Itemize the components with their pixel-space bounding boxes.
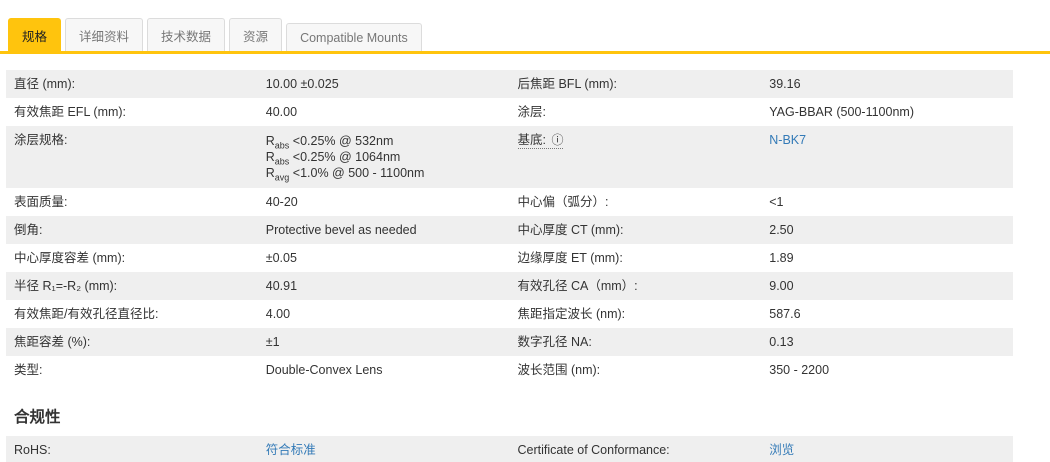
spec-row: 半径 R₁=-R₂ (mm): 40.91 有效孔径 CA（mm）: 9.00 — [6, 272, 1013, 300]
spec-value: <1 — [769, 195, 784, 209]
r-symbol: R — [265, 134, 275, 148]
spec-value: 9.00 — [769, 279, 794, 293]
tab-details[interactable]: 详细资料 — [65, 18, 144, 51]
spec-value: 40-20 — [265, 195, 298, 209]
spec-value: 40.91 — [265, 279, 298, 293]
spec-value: 2.50 — [769, 223, 794, 237]
spec-label: 基底: — [517, 133, 546, 147]
spec-value: ±0.05 — [265, 251, 297, 265]
spec-value: 0.13 — [769, 335, 794, 349]
coating-spec-text: <0.25% @ 1064nm — [289, 150, 401, 164]
spec-row: 中心厚度容差 (mm): ±0.05 边缘厚度 ET (mm): 1.89 — [6, 244, 1013, 272]
coating-spec-line: Ravg <1.0% @ 500 - 1100nm — [265, 165, 502, 183]
spec-label: 数字孔径 NA: — [517, 335, 592, 349]
spec-label: 波长范围 (nm): — [517, 363, 601, 377]
compliance-table: RoHS: 符合标准 Certificate of Conformance: 浏… — [6, 436, 1013, 462]
substrate-label-cell: 基底: ⓘ — [510, 126, 762, 188]
substrate-link[interactable]: N-BK7 — [769, 133, 806, 147]
tab-specs[interactable]: 规格 — [8, 18, 62, 51]
tab-compatible-mounts[interactable]: Compatible Mounts — [286, 23, 422, 51]
certificate-view-link[interactable]: 浏览 — [769, 443, 794, 457]
spec-label: 边缘厚度 ET (mm): — [517, 251, 623, 265]
coating-spec-line: Rabs <0.25% @ 1064nm — [265, 149, 502, 166]
spec-table: 直径 (mm): 10.00 ±0.025 后焦距 BFL (mm): 39.1… — [6, 70, 1013, 384]
coating-spec-value: Rabs <0.25% @ 532nm Rabs <0.25% @ 1064nm… — [258, 126, 510, 188]
rohs-label: RoHS: — [14, 443, 51, 457]
coating-spec-text: <0.25% @ 532nm — [289, 134, 394, 148]
coating-spec-line: Rabs <0.25% @ 532nm — [265, 133, 502, 150]
spec-value: 587.6 — [769, 307, 801, 321]
rohs-value: 符合标准 — [258, 436, 510, 462]
spec-value: 10.00 ±0.025 — [265, 77, 339, 91]
spec-label: 有效孔径 CA（mm）: — [517, 279, 638, 293]
compliance-heading: 合规性 — [14, 409, 61, 426]
tab-bar: 规格 详细资料 技术数据 资源 Compatible Mounts — [0, 18, 1050, 54]
rohs-compliant-link[interactable]: 符合标准 — [266, 443, 316, 457]
spec-label: 有效焦距/有效孔径直径比: — [14, 307, 159, 321]
spec-row: 焦距容差 (%): ±1 数字孔径 NA: 0.13 — [6, 328, 1013, 356]
spec-row: 直径 (mm): 10.00 ±0.025 后焦距 BFL (mm): 39.1… — [6, 70, 1013, 98]
certificate-label: Certificate of Conformance: — [517, 443, 670, 457]
spec-value: N-BK7 — [761, 126, 1013, 188]
spec-label: 类型: — [14, 363, 43, 377]
spec-label: 涂层: — [517, 105, 546, 119]
spec-label: 中心厚度 CT (mm): — [517, 223, 624, 237]
substrate-tooltip-trigger[interactable]: 基底: ⓘ — [517, 133, 564, 149]
spec-value: ±1 — [265, 335, 280, 349]
spec-row: 涂层规格: Rabs <0.25% @ 532nm Rabs <0.25% @ … — [6, 126, 1013, 188]
spec-value: 1.89 — [769, 251, 794, 265]
tab-technical-data[interactable]: 技术数据 — [147, 18, 226, 51]
spec-label: 有效焦距 EFL (mm): — [14, 105, 127, 119]
spec-row: 类型: Double-Convex Lens 波长范围 (nm): 350 - … — [6, 356, 1013, 384]
spec-label: 涂层规格: — [14, 133, 68, 147]
r-symbol: R — [265, 166, 275, 180]
spec-value: 350 - 2200 — [769, 363, 830, 377]
info-icon[interactable]: ⓘ — [551, 133, 563, 147]
certificate-value: 浏览 — [761, 436, 1013, 462]
spec-value: 4.00 — [265, 307, 291, 321]
spec-value: 39.16 — [769, 77, 801, 91]
product-spec-page: 规格 详细资料 技术数据 资源 Compatible Mounts 直径 (mm… — [0, 18, 1050, 462]
r-symbol: R — [265, 150, 275, 164]
spec-row: 有效焦距/有效孔径直径比: 4.00 焦距指定波长 (nm): 587.6 — [6, 300, 1013, 328]
spec-value: Double-Convex Lens — [265, 363, 383, 377]
spec-value: YAG-BBAR (500-1100nm) — [769, 105, 914, 119]
r-subscript: avg — [274, 172, 290, 183]
spec-row: 表面质量: 40-20 中心偏（弧分）: <1 — [6, 188, 1013, 216]
spec-label: 半径 R₁=-R₂ (mm): — [14, 279, 118, 293]
spec-value: Protective bevel as needed — [265, 223, 417, 237]
spec-value: 40.00 — [265, 105, 298, 119]
coating-spec-text: <1.0% @ 500 - 1100nm — [289, 166, 425, 180]
spec-label: 直径 (mm): — [14, 77, 76, 91]
spec-label: 焦距指定波长 (nm): — [517, 307, 626, 321]
spec-row: 有效焦距 EFL (mm): 40.00 涂层: YAG-BBAR (500-1… — [6, 98, 1013, 126]
spec-content: 直径 (mm): 10.00 ±0.025 后焦距 BFL (mm): 39.1… — [6, 70, 1013, 462]
spec-label: 后焦距 BFL (mm): — [517, 77, 618, 91]
spec-label: 倒角: — [14, 223, 43, 237]
spec-label: 表面质量: — [14, 195, 68, 209]
spec-row: 倒角: Protective bevel as needed 中心厚度 CT (… — [6, 216, 1013, 244]
spec-label: 焦距容差 (%): — [14, 335, 91, 349]
spec-label: 中心偏（弧分）: — [517, 195, 609, 209]
tab-resources[interactable]: 资源 — [229, 18, 283, 51]
spec-label: 中心厚度容差 (mm): — [14, 251, 126, 265]
compliance-row: RoHS: 符合标准 Certificate of Conformance: 浏… — [6, 436, 1013, 462]
